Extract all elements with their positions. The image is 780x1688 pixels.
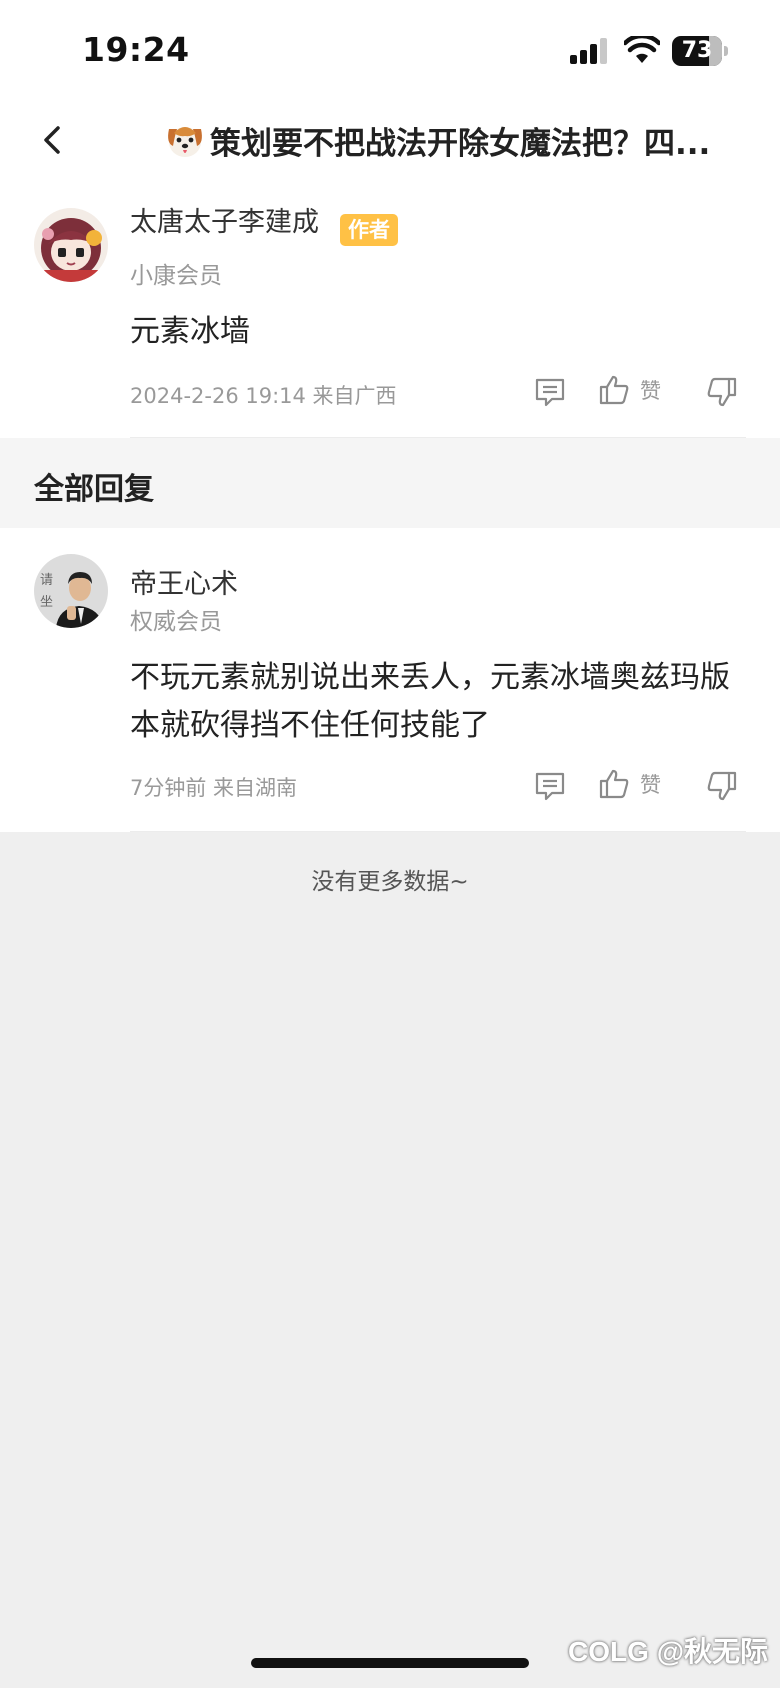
thumbs-up-icon	[599, 769, 629, 799]
section-title: 全部回复	[34, 472, 154, 507]
divider	[130, 831, 746, 832]
member-level: 权威会员	[130, 609, 222, 635]
chevron-left-icon	[44, 126, 60, 154]
watermark: COLG @秋无际	[568, 1636, 768, 1667]
back-button[interactable]	[30, 118, 74, 162]
thumbs-up-icon	[599, 375, 629, 405]
nav-bar: 策划要不把战法开除女魔法把？四...	[0, 100, 780, 180]
like-button[interactable]: 赞	[598, 768, 661, 800]
battery-icon: 73	[672, 36, 728, 66]
reply-content: 不玩元素就别说出来丢人，元素冰墙奥兹玛版本就砍得挡不住任何技能了	[130, 660, 730, 743]
dislike-button[interactable]	[706, 770, 738, 802]
avatar[interactable]	[34, 208, 108, 282]
battery-level: 73	[681, 38, 713, 63]
avatar-anime-girl-icon	[34, 208, 108, 282]
nav-title: 策划要不把战法开除女魔法把？四...	[210, 125, 711, 162]
avatar[interactable]: 请 坐	[34, 554, 108, 628]
battery-tip	[724, 46, 728, 56]
reply-meta: 7分钟前 来自湖南	[130, 776, 298, 800]
signal-icon	[570, 38, 607, 64]
no-more-data-text: 没有更多数据~	[311, 869, 469, 895]
dog-face-icon	[168, 127, 202, 157]
like-button[interactable]: 赞	[598, 374, 661, 406]
comment-button[interactable]	[534, 376, 566, 408]
dislike-button[interactable]	[706, 376, 738, 408]
member-level: 小康会员	[130, 263, 222, 289]
post-content: 元素冰墙	[130, 314, 250, 349]
like-label: 赞	[640, 379, 661, 403]
screen: 19:24 73 策划要不把战法开除女魔法把？四... 太唐太子李建成 作者 小…	[0, 0, 780, 1688]
svg-text:请: 请	[40, 573, 53, 588]
nav-title-wrap: 策划要不把战法开除女魔法把？四...	[164, 118, 740, 162]
like-label: 赞	[640, 773, 661, 797]
wifi-icon	[624, 36, 660, 63]
status-time: 19:24	[82, 30, 190, 69]
post-meta: 2024-2-26 19:14 来自广西	[130, 384, 397, 408]
home-indicator	[251, 1658, 529, 1668]
thumbs-down-icon	[707, 377, 737, 407]
status-bar: 19:24 73	[0, 0, 780, 100]
main-post: 太唐太子李建成 作者 小康会员 元素冰墙 2024-2-26 19:14 来自广…	[0, 180, 780, 438]
author-name[interactable]: 太唐太子李建成	[130, 200, 319, 239]
section-header: 全部回复	[0, 438, 780, 528]
comment-icon	[535, 378, 565, 407]
reply-item: 请 坐 帝王心术 权威会员 不玩元素就别说出来丢人，元素冰墙奥兹玛版本就砍得挡不…	[0, 528, 780, 832]
avatar-man-icon: 请 坐	[34, 554, 108, 628]
svg-text:坐: 坐	[40, 595, 53, 610]
author-badge: 作者	[340, 214, 398, 246]
comment-icon	[535, 772, 565, 801]
comment-button[interactable]	[534, 770, 566, 802]
battery-body: 73	[672, 36, 722, 66]
thumbs-down-icon	[707, 771, 737, 801]
author-name[interactable]: 帝王心术	[130, 562, 238, 601]
